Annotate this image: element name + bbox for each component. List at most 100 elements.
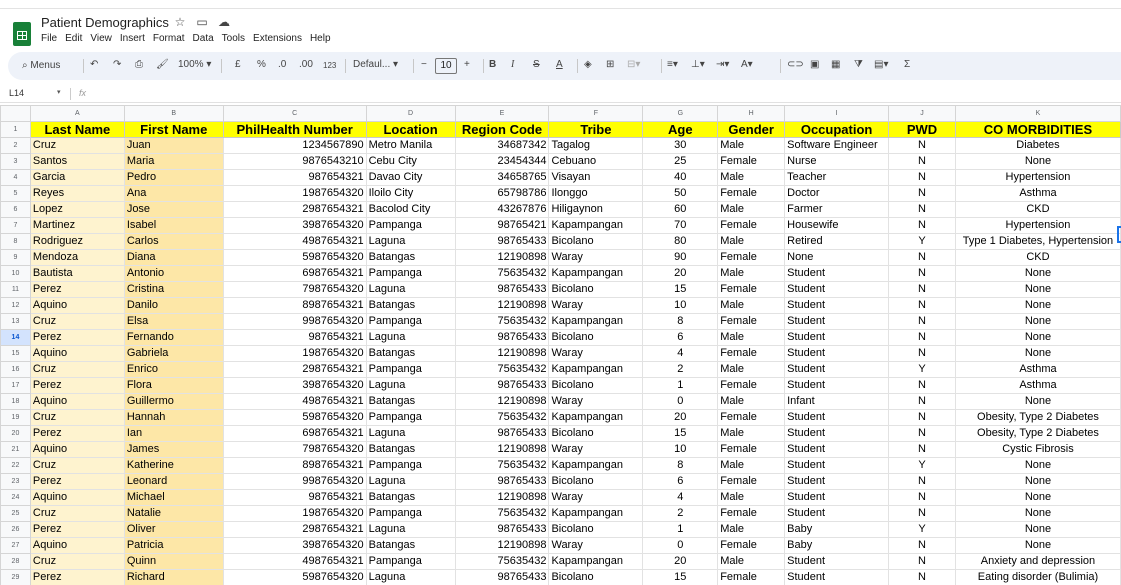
cell-j[interactable]: N — [888, 137, 956, 154]
cell-i[interactable]: Student — [784, 313, 890, 330]
cell-f[interactable]: Waray — [548, 249, 644, 266]
cell-j[interactable]: N — [888, 169, 956, 186]
cell-h[interactable]: Male — [717, 361, 786, 378]
cell-f[interactable]: Waray — [548, 297, 644, 314]
cell-c[interactable]: 2987654321 — [222, 201, 367, 218]
cell-a[interactable]: Perez — [29, 473, 125, 490]
cell-b[interactable]: Oliver — [123, 521, 224, 538]
borders-icon[interactable]: ⊞ — [606, 59, 614, 70]
insert-link-icon[interactable]: ⊂⊃ — [787, 59, 804, 70]
cell-c[interactable]: 2987654321 — [222, 361, 367, 378]
cell-f[interactable]: Bicolano — [548, 329, 644, 346]
cell-c[interactable]: 1987654320 — [222, 345, 367, 362]
row-header[interactable]: 10 — [0, 265, 31, 282]
cell-b[interactable]: Cristina — [123, 281, 224, 298]
cell-c[interactable]: 1234567890 — [222, 137, 367, 154]
cell-e[interactable]: 12190898 — [454, 249, 550, 266]
row-header[interactable]: 18 — [0, 393, 31, 410]
cell-a[interactable]: Cruz — [29, 361, 125, 378]
cell-a[interactable]: Aquino — [29, 393, 125, 410]
cell-i[interactable]: Retired — [784, 233, 890, 250]
column-header-g[interactable]: G — [642, 105, 719, 122]
cell-b[interactable]: Maria — [123, 153, 224, 170]
cell-i[interactable]: None — [784, 249, 890, 266]
cell-f[interactable]: Bicolano — [548, 281, 644, 298]
cell-f[interactable]: Kapampangan — [548, 505, 644, 522]
cell-i[interactable]: Student — [784, 265, 890, 282]
menu-file[interactable]: File — [41, 33, 57, 44]
cell-g[interactable]: 8 — [642, 457, 719, 474]
row-header[interactable]: 4 — [0, 169, 31, 186]
percent-format-button[interactable]: % — [257, 59, 266, 70]
cell-i[interactable]: Student — [784, 505, 890, 522]
header-cell[interactable]: PWD — [888, 121, 956, 138]
search-menus-button[interactable]: ⌕ Menus — [16, 56, 66, 76]
undo-icon[interactable]: ↶ — [90, 59, 98, 70]
cell-b[interactable]: Enrico — [123, 361, 224, 378]
merge-cells-icon[interactable]: ⊟▾ — [627, 59, 640, 70]
cell-k[interactable]: None — [954, 521, 1121, 538]
cell-e[interactable]: 98765433 — [454, 521, 550, 538]
cell-c[interactable]: 1987654320 — [222, 185, 367, 202]
cell-e[interactable]: 23454344 — [454, 153, 550, 170]
cell-d[interactable]: Pampanga — [365, 265, 456, 282]
row-header[interactable]: 3 — [0, 153, 31, 170]
cell-a[interactable]: Santos — [29, 153, 125, 170]
cell-d[interactable]: Pampanga — [365, 505, 456, 522]
cell-e[interactable]: 98765433 — [454, 281, 550, 298]
row-header[interactable]: 20 — [0, 425, 31, 442]
column-header-d[interactable]: D — [365, 105, 456, 122]
increase-decimal-button[interactable]: .00 — [299, 59, 313, 70]
cell-j[interactable]: N — [888, 201, 956, 218]
cell-k[interactable]: Diabetes — [954, 137, 1121, 154]
cell-c[interactable]: 5987654320 — [222, 249, 367, 266]
cell-e[interactable]: 98765433 — [454, 473, 550, 490]
cell-k[interactable]: None — [954, 153, 1121, 170]
cell-h[interactable]: Male — [717, 265, 786, 282]
row-header[interactable]: 9 — [0, 249, 31, 266]
cell-e[interactable]: 75635432 — [454, 553, 550, 570]
cell-b[interactable]: Quinn — [123, 553, 224, 570]
cell-g[interactable]: 20 — [642, 553, 719, 570]
cell-e[interactable]: 98765433 — [454, 329, 550, 346]
cell-i[interactable]: Student — [784, 441, 890, 458]
cell-e[interactable]: 12190898 — [454, 345, 550, 362]
cell-h[interactable]: Female — [717, 313, 786, 330]
column-header-h[interactable]: H — [717, 105, 786, 122]
cell-g[interactable]: 1 — [642, 521, 719, 538]
cell-h[interactable]: Female — [717, 249, 786, 266]
cell-i[interactable]: Student — [784, 345, 890, 362]
cell-c[interactable]: 4987654321 — [222, 553, 367, 570]
cell-a[interactable]: Garcia — [29, 169, 125, 186]
cell-a[interactable]: Cruz — [29, 553, 125, 570]
cell-g[interactable]: 15 — [642, 425, 719, 442]
header-cell[interactable]: First Name — [123, 121, 224, 138]
cell-i[interactable]: Nurse — [784, 153, 890, 170]
header-cell[interactable]: Age — [642, 121, 719, 138]
header-cell[interactable]: Last Name — [29, 121, 125, 138]
zoom-select[interactable]: 100% ▾ — [178, 59, 211, 70]
cell-e[interactable]: 34687342 — [454, 137, 550, 154]
cell-a[interactable]: Perez — [29, 521, 125, 538]
horizontal-align-icon[interactable]: ≡▾ — [667, 59, 678, 70]
cell-h[interactable]: Female — [717, 377, 786, 394]
cell-k[interactable]: Asthma — [954, 185, 1121, 202]
cell-j[interactable]: N — [888, 569, 956, 585]
cell-e[interactable]: 12190898 — [454, 297, 550, 314]
header-cell[interactable]: Region Code — [454, 121, 550, 138]
cell-e[interactable]: 75635432 — [454, 457, 550, 474]
row-header[interactable]: 5 — [0, 185, 31, 202]
cell-e[interactable]: 12190898 — [454, 489, 550, 506]
cell-i[interactable]: Infant — [784, 393, 890, 410]
column-header-b[interactable]: B — [123, 105, 224, 122]
column-header-a[interactable]: A — [29, 105, 125, 122]
currency-format-button[interactable]: £ — [235, 59, 241, 70]
row-header[interactable]: 13 — [0, 313, 31, 330]
cell-g[interactable]: 15 — [642, 569, 719, 585]
cell-j[interactable]: N — [888, 553, 956, 570]
cell-i[interactable]: Baby — [784, 521, 890, 538]
cell-c[interactable]: 987654321 — [222, 169, 367, 186]
cell-k[interactable]: Cystic Fibrosis — [954, 441, 1121, 458]
cell-e[interactable]: 75635432 — [454, 313, 550, 330]
cell-k[interactable]: Hypertension — [954, 217, 1121, 234]
